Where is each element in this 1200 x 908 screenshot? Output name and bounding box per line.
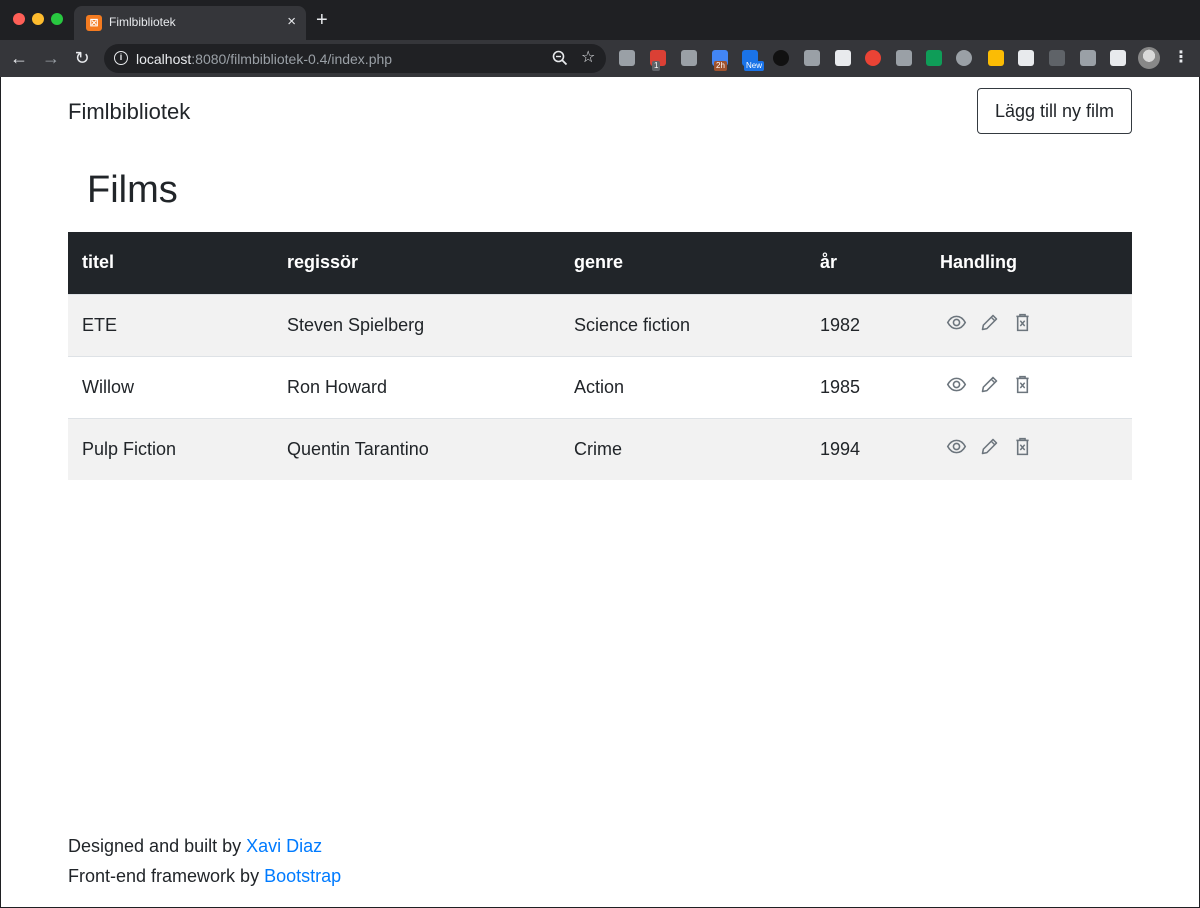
- trash-icon[interactable]: [1012, 312, 1033, 333]
- sync-icon[interactable]: [1018, 50, 1034, 66]
- cell-titel: ETE: [68, 293, 273, 356]
- table-row: Pulp Fiction Quentin Tarantino Crime 199…: [68, 417, 1132, 480]
- url-host: localhost: [136, 51, 192, 67]
- tab-close-icon[interactable]: ×: [287, 13, 296, 31]
- new-tab-button[interactable]: +: [316, 10, 328, 30]
- google-drive-icon[interactable]: [988, 50, 1004, 66]
- screenshot-icon[interactable]: [835, 50, 851, 66]
- browser-tabstrip: ⊠ Fimlbibliotek × +: [0, 0, 1200, 40]
- cell-regissor: Ron Howard: [273, 355, 560, 418]
- add-film-button[interactable]: Lägg till ny film: [977, 88, 1132, 134]
- circle-extension-icon[interactable]: [773, 50, 789, 66]
- color-wheel-icon[interactable]: [865, 50, 881, 66]
- cloud-icon[interactable]: [1049, 50, 1065, 66]
- page-footer: Designed and built by Xavi Diaz Front-en…: [68, 831, 341, 891]
- cell-genre: Science fiction: [560, 293, 806, 356]
- browser-toolbar: ← → ↻ i localhost:8080/filmbibliotek-0.4…: [0, 40, 1200, 77]
- column-header-genre: genre: [560, 232, 806, 294]
- drive-icon[interactable]: [619, 50, 635, 66]
- camera-icon[interactable]: [804, 50, 820, 66]
- cell-titel: Willow: [68, 355, 273, 418]
- row-actions: [940, 436, 1033, 457]
- cell-regissor: Quentin Tarantino: [273, 417, 560, 480]
- browser-tab[interactable]: ⊠ Fimlbibliotek ×: [74, 6, 306, 40]
- author-link[interactable]: Xavi Diaz: [246, 836, 322, 856]
- cell-regissor: Steven Spielberg: [273, 293, 560, 356]
- bookmark-star-icon[interactable]: ☆: [581, 47, 595, 67]
- cell-genre: Crime: [560, 417, 806, 480]
- tab-title: Fimlbibliotek: [109, 15, 176, 29]
- cell-ar: 1994: [806, 417, 926, 480]
- column-header-regissor: regissör: [273, 232, 560, 294]
- table-row: Willow Ron Howard Action 1985: [68, 355, 1132, 418]
- table-header-row: titel regissör genre år Handling: [68, 232, 1132, 294]
- site-info-icon[interactable]: i: [114, 51, 128, 65]
- cell-handling: [926, 293, 1132, 356]
- url-text[interactable]: localhost:8080/filmbibliotek-0.4/index.p…: [136, 51, 392, 67]
- reload-button[interactable]: ↻: [71, 47, 93, 69]
- cell-titel: Pulp Fiction: [68, 417, 273, 480]
- row-actions: [940, 312, 1033, 333]
- profile-avatar[interactable]: [1138, 47, 1160, 69]
- column-header-titel: titel: [68, 232, 273, 294]
- extension-badge: New: [744, 61, 765, 71]
- films-table: titel regissör genre år Handling ETE Ste…: [68, 232, 1132, 480]
- eye-icon[interactable]: [946, 374, 967, 395]
- footer-framework-line: Front-end framework by Bootstrap: [68, 861, 341, 891]
- column-header-ar: år: [806, 232, 926, 294]
- browser-menu-icon[interactable]: ⋮: [1173, 48, 1189, 68]
- minimize-window-button[interactable]: [32, 13, 44, 25]
- footer-credit-text: Designed and built by: [68, 836, 247, 856]
- maximize-window-button[interactable]: [51, 13, 63, 25]
- download-circle-icon[interactable]: [956, 50, 972, 66]
- cell-ar: 1985: [806, 355, 926, 418]
- bootstrap-link[interactable]: Bootstrap: [264, 866, 341, 886]
- cell-handling: [926, 417, 1132, 480]
- forward-button[interactable]: →: [40, 47, 62, 69]
- zoom-icon[interactable]: [551, 49, 569, 67]
- address-bar[interactable]: i localhost:8080/filmbibliotek-0.4/index…: [104, 44, 606, 73]
- close-window-button[interactable]: [13, 13, 25, 25]
- column-header-handling: Handling: [926, 232, 1132, 294]
- puzzle-icon[interactable]: [1110, 50, 1126, 66]
- footer-credit-line: Designed and built by Xavi Diaz: [68, 831, 341, 861]
- navbar-brand[interactable]: Fimlbibliotek: [68, 99, 190, 125]
- lightbulb-icon[interactable]: [681, 50, 697, 66]
- cell-ar: 1982: [806, 293, 926, 356]
- trash-icon[interactable]: [1012, 436, 1033, 457]
- pencil-icon[interactable]: [979, 374, 1000, 395]
- extension-badge: 1: [652, 61, 661, 71]
- down-arrow-icon[interactable]: [1080, 50, 1096, 66]
- trash-icon[interactable]: [1012, 374, 1033, 395]
- cell-handling: [926, 355, 1132, 418]
- page-viewport: Fimlbibliotek Lägg till ny film Films ti…: [1, 77, 1199, 907]
- pencil-icon[interactable]: [979, 312, 1000, 333]
- cell-genre: Action: [560, 355, 806, 418]
- back-button[interactable]: ←: [8, 47, 30, 69]
- url-path: :8080/filmbibliotek-0.4/index.php: [191, 51, 393, 67]
- eye-icon[interactable]: [946, 312, 967, 333]
- table-row: ETE Steven Spielberg Science fiction 198…: [68, 293, 1132, 356]
- pencil-icon[interactable]: [979, 436, 1000, 457]
- extension-badge: 2h: [714, 61, 727, 71]
- page-title: Films: [87, 169, 178, 211]
- eye-icon[interactable]: [946, 436, 967, 457]
- facebook-icon[interactable]: [896, 50, 912, 66]
- equalizer-icon[interactable]: [926, 50, 942, 66]
- xampp-favicon-icon: ⊠: [86, 15, 102, 31]
- footer-framework-text: Front-end framework by: [68, 866, 265, 886]
- row-actions: [940, 374, 1033, 395]
